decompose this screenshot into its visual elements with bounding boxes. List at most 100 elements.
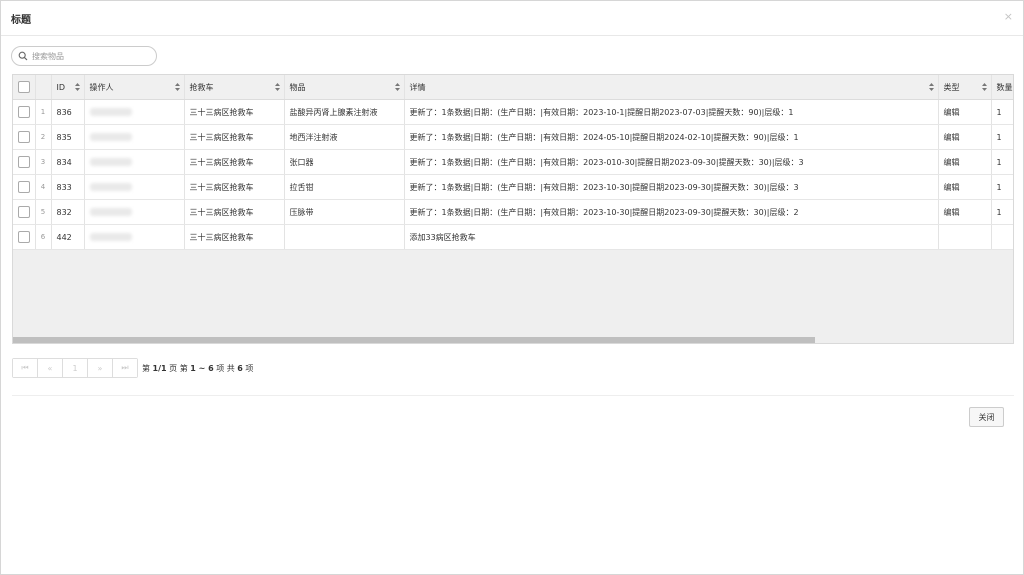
cell-operator: [84, 99, 185, 125]
cell-operator: [84, 124, 185, 150]
dialog: 标题 × ID 操作人 抢救车 物品 详情: [0, 0, 1024, 575]
row-checkbox-cell: [13, 149, 36, 175]
page-number-button[interactable]: 1: [63, 359, 88, 377]
row-checkbox[interactable]: [17, 181, 30, 193]
table-row[interactable]: 6 442 三十三病区抢救车 添加33病区抢救车: [13, 224, 1013, 250]
row-number: 1: [35, 99, 52, 125]
cell-id: 442: [51, 224, 85, 250]
cell-type: 编辑: [938, 199, 992, 225]
row-number: 5: [35, 199, 52, 225]
cell-cart: 三十三病区抢救车: [184, 99, 285, 125]
redacted-operator: [89, 133, 132, 141]
pagination-info: 第 1/1 页 第 1 ~ 6 项 共 6 项: [142, 363, 253, 374]
table-row[interactable]: 2 835 三十三病区抢救车 地西泮注射液 更新了：1条数据|日期：(生产日期：…: [13, 124, 1013, 150]
sort-icon[interactable]: [981, 83, 987, 91]
col-header-detail[interactable]: 详情: [404, 75, 939, 100]
row-checkbox[interactable]: [17, 231, 30, 243]
col-label-detail: 详情: [409, 82, 426, 92]
row-checkbox[interactable]: [17, 106, 30, 118]
cell-type: [938, 224, 992, 250]
table-row[interactable]: 1 836 三十三病区抢救车 盐酸异丙肾上腺素注射液 更新了：1条数据|日期：(…: [13, 99, 1013, 125]
footer-divider: [12, 395, 1014, 396]
cell-detail: 更新了：1条数据|日期：(生产日期：|有效日期：2024-05-10|提醒日期2…: [404, 124, 939, 150]
row-checkbox-cell: [13, 124, 36, 150]
cell-qty: 1: [991, 174, 1013, 200]
pager-page-value: 1/1: [152, 363, 167, 373]
cell-item: 盐酸异丙肾上腺素注射液: [284, 99, 405, 125]
cell-detail: 更新了：1条数据|日期：(生产日期：|有效日期：2023-10-1|提醒日期20…: [404, 99, 939, 125]
data-grid: ID 操作人 抢救车 物品 详情 类型 数量 1 836 三十三病区抢救车 盐酸…: [12, 74, 1014, 344]
cell-qty: 1: [991, 149, 1013, 175]
pager-text: 项 共: [213, 363, 238, 373]
cell-detail: 添加33病区抢救车: [404, 224, 939, 250]
sort-icon[interactable]: [174, 83, 180, 91]
redacted-operator: [89, 158, 132, 166]
pager-text: 第: [142, 363, 153, 373]
scrollbar-thumb[interactable]: [13, 337, 815, 343]
select-all-checkbox[interactable]: [17, 81, 30, 93]
sort-icon[interactable]: [928, 83, 934, 91]
table-row[interactable]: 3 834 三十三病区抢救车 张口器 更新了：1条数据|日期：(生产日期：|有效…: [13, 149, 1013, 175]
redacted-operator: [89, 108, 132, 116]
cell-item: 地西泮注射液: [284, 124, 405, 150]
pager-text: 页 第: [166, 363, 191, 373]
redacted-operator: [89, 183, 132, 191]
cell-id: 835: [51, 124, 85, 150]
sort-icon[interactable]: [74, 83, 80, 91]
cell-qty: 1: [991, 99, 1013, 125]
records-table: ID 操作人 抢救车 物品 详情 类型 数量 1 836 三十三病区抢救车 盐酸…: [13, 75, 1013, 250]
cell-qty: 1: [991, 124, 1013, 150]
cell-type: 编辑: [938, 174, 992, 200]
cell-item: 拉舌钳: [284, 174, 405, 200]
col-header-item[interactable]: 物品: [284, 75, 405, 100]
cell-id: 834: [51, 149, 85, 175]
first-page-button[interactable]: ⏮: [13, 359, 38, 377]
cell-operator: [84, 199, 185, 225]
col-header-operator[interactable]: 操作人: [84, 75, 185, 100]
cell-cart: 三十三病区抢救车: [184, 124, 285, 150]
col-label-item: 物品: [289, 82, 306, 92]
sort-icon[interactable]: [274, 83, 280, 91]
redacted-operator: [89, 208, 132, 216]
col-label-id: ID: [56, 82, 66, 92]
cell-id: 836: [51, 99, 85, 125]
redacted-operator: [89, 233, 132, 241]
col-header-id[interactable]: ID: [51, 75, 85, 100]
cell-type: 编辑: [938, 124, 992, 150]
col-label-operator: 操作人: [89, 82, 114, 92]
dialog-title: 标题: [11, 15, 31, 26]
horizontal-scrollbar[interactable]: [13, 337, 1013, 343]
select-all-cell: [13, 75, 36, 100]
col-header-type[interactable]: 类型: [938, 75, 992, 100]
rownum-header: [35, 75, 52, 100]
cell-cart: 三十三病区抢救车: [184, 174, 285, 200]
close-icon[interactable]: ×: [1004, 10, 1013, 23]
cell-item: [284, 224, 405, 250]
cell-cart: 三十三病区抢救车: [184, 149, 285, 175]
pager-text: 项: [242, 363, 254, 373]
row-checkbox[interactable]: [17, 156, 30, 168]
pagination-buttons: ⏮ « 1 » ⏭: [12, 358, 138, 378]
row-checkbox[interactable]: [17, 131, 30, 143]
cell-qty: 1: [991, 199, 1013, 225]
cell-cart: 三十三病区抢救车: [184, 199, 285, 225]
row-checkbox-cell: [13, 174, 36, 200]
table-row[interactable]: 5 832 三十三病区抢救车 压脉带 更新了：1条数据|日期：(生产日期：|有效…: [13, 199, 1013, 225]
row-checkbox-cell: [13, 99, 36, 125]
row-checkbox[interactable]: [17, 206, 30, 218]
next-page-button[interactable]: »: [88, 359, 113, 377]
pager-range: 1 ~ 6: [190, 363, 214, 373]
search-icon: [18, 51, 28, 61]
last-page-button[interactable]: ⏭: [113, 359, 137, 377]
sort-icon[interactable]: [394, 83, 400, 91]
row-number: 3: [35, 149, 52, 175]
table-row[interactable]: 4 833 三十三病区抢救车 拉舌钳 更新了：1条数据|日期：(生产日期：|有效…: [13, 174, 1013, 200]
search-box: [11, 46, 157, 66]
search-input[interactable]: [32, 49, 152, 63]
prev-page-button[interactable]: «: [38, 359, 63, 377]
close-button[interactable]: 关闭: [969, 407, 1004, 427]
cell-qty: [991, 224, 1013, 250]
col-header-qty[interactable]: 数量: [991, 75, 1013, 100]
col-header-cart[interactable]: 抢救车: [184, 75, 285, 100]
cell-detail: 更新了：1条数据|日期：(生产日期：|有效日期：2023-10-30|提醒日期2…: [404, 174, 939, 200]
